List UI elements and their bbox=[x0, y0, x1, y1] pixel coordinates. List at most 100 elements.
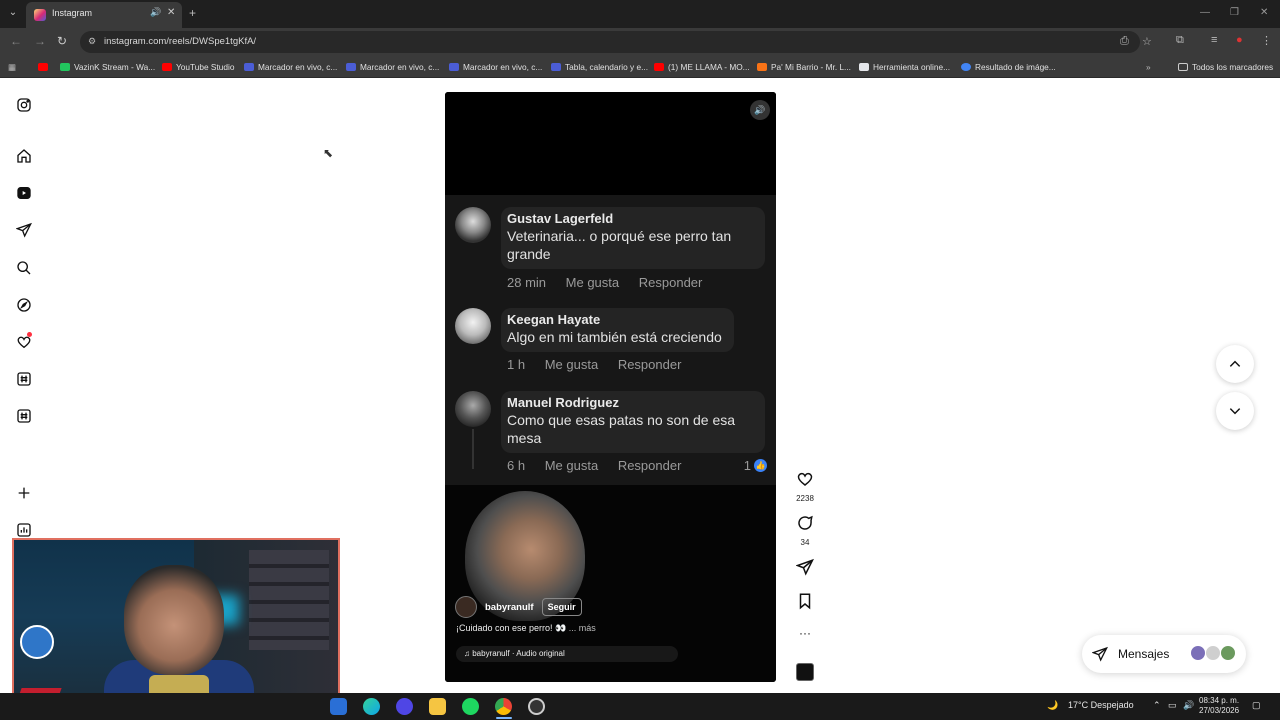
bookmark-item[interactable]: Pa' Mi Barrio - Mr. L... bbox=[757, 60, 851, 74]
audio-thumbnail[interactable] bbox=[796, 663, 814, 681]
previous-reel-button[interactable] bbox=[1216, 345, 1254, 383]
bookmark-item[interactable]: Marcador en vivo, c... bbox=[449, 60, 542, 74]
site-info-icon[interactable]: ⚙ bbox=[88, 36, 96, 47]
weather-label[interactable]: 17°C Despejado bbox=[1068, 700, 1134, 710]
install-app-icon[interactable]: ⎙ bbox=[1120, 35, 1129, 48]
comment-meta: 28 min Me gusta Responder bbox=[507, 275, 718, 290]
bookmark-label: Marcador en vivo, c... bbox=[258, 62, 338, 72]
bookmark-label: Marcador en vivo, c... bbox=[463, 62, 543, 72]
comment-count: 34 bbox=[800, 538, 810, 547]
bookmark-item[interactable]: (1) ME LLAMA - MO... bbox=[654, 60, 750, 74]
bookmark-label: VazinK Stream - Wa... bbox=[74, 62, 156, 72]
new-tab-icon[interactable]: + bbox=[189, 6, 196, 20]
plus-icon[interactable] bbox=[16, 485, 32, 501]
next-reel-button[interactable] bbox=[1216, 392, 1254, 430]
bookmark-item[interactable]: Marcador en vivo, c... bbox=[346, 60, 439, 74]
profile-icon[interactable]: ● bbox=[1236, 34, 1243, 46]
explore-icon[interactable] bbox=[16, 297, 32, 313]
send-icon[interactable] bbox=[16, 222, 32, 238]
messages-label: Mensajes bbox=[1118, 647, 1170, 661]
obs-icon[interactable] bbox=[396, 698, 413, 715]
chevron-up-icon[interactable]: ⌃ bbox=[1153, 700, 1161, 711]
bookmark-item[interactable]: YouTube Studio bbox=[162, 60, 234, 74]
bookmark-item[interactable]: Marcador en vivo, c... bbox=[244, 60, 337, 74]
forward-icon[interactable]: → bbox=[34, 34, 46, 48]
all-bookmarks-folder[interactable]: Todos los marcadores bbox=[1178, 60, 1273, 74]
extensions-icon[interactable]: ⧉ bbox=[1176, 34, 1184, 47]
reels-icon[interactable] bbox=[16, 185, 32, 201]
comment-like-label: Me gusta bbox=[544, 357, 599, 372]
comment-text: Algo en mi también está creciendo bbox=[507, 329, 722, 345]
speaker-icon[interactable]: 🔊 bbox=[150, 7, 161, 18]
bookmark-item[interactable]: Herramienta online... bbox=[859, 60, 950, 74]
bookmark-item[interactable]: VazinK Stream - Wa... bbox=[60, 60, 155, 74]
volume-icon[interactable]: 🔊 bbox=[750, 100, 770, 120]
bookmark-label: Resultado de imáge... bbox=[975, 62, 1056, 72]
comment-meta: 6 h Me gusta Responder bbox=[507, 458, 697, 473]
taskbar-app-icon[interactable] bbox=[330, 698, 347, 715]
bookmark-label: YouTube Studio bbox=[176, 62, 235, 72]
save-button[interactable] bbox=[790, 592, 820, 615]
hashtag-icon[interactable] bbox=[16, 408, 32, 424]
menu-icon[interactable]: ⋮ bbox=[1261, 34, 1272, 47]
more-options-icon[interactable]: ··· bbox=[790, 626, 820, 640]
restore-icon[interactable]: ❐ bbox=[1230, 7, 1239, 18]
audio-link[interactable]: ♫ babyranulf · Audio original bbox=[456, 646, 678, 662]
messages-button[interactable]: Mensajes bbox=[1082, 635, 1246, 673]
home-icon[interactable] bbox=[16, 148, 32, 164]
tab-search-icon[interactable]: ⌄ bbox=[5, 5, 21, 21]
avatar[interactable] bbox=[455, 596, 477, 618]
minimize-icon[interactable]: — bbox=[1200, 7, 1210, 18]
apps-grid-icon[interactable]: ▦ bbox=[8, 60, 16, 74]
comments-screenshot: Gustav Lagerfeld Veterinaria... o porqué… bbox=[445, 195, 776, 485]
media-controls-icon[interactable]: ≡ bbox=[1211, 34, 1217, 46]
back-icon[interactable]: ← bbox=[10, 34, 22, 48]
like-count: 2238 bbox=[796, 494, 814, 503]
edge-icon[interactable] bbox=[363, 698, 380, 715]
browser-tab[interactable]: Instagram 🔊 ✕ bbox=[26, 2, 182, 28]
spotify-icon[interactable] bbox=[462, 698, 479, 715]
reload-icon[interactable]: ↻ bbox=[57, 34, 67, 48]
comment-button[interactable]: 34 bbox=[790, 514, 820, 547]
chrome-icon[interactable] bbox=[495, 698, 512, 715]
hashtag-icon[interactable] bbox=[16, 371, 32, 387]
network-icon[interactable]: ▭ bbox=[1168, 700, 1177, 711]
comment-bubble: Manuel Rodriguez Como que esas patas no … bbox=[501, 391, 765, 453]
notification-icon[interactable]: ▢ bbox=[1252, 700, 1261, 711]
stats-icon[interactable] bbox=[16, 522, 32, 538]
mouse-cursor-icon: ⬉ bbox=[323, 146, 334, 160]
avatar bbox=[455, 391, 491, 427]
avatar bbox=[1190, 645, 1206, 661]
bookmark-item[interactable]: Tabla, calendario y e... bbox=[551, 60, 648, 74]
webcam-overlay bbox=[12, 538, 340, 713]
comment-reply-label: Responder bbox=[617, 458, 682, 473]
more-link[interactable]: ... más bbox=[569, 623, 596, 633]
steam-icon[interactable] bbox=[528, 698, 545, 715]
comment-text: Como que esas patas no son de esa mesa bbox=[507, 412, 736, 446]
heart-icon[interactable] bbox=[16, 332, 32, 350]
clock[interactable]: 08:34 p. m. 27/03/2026 bbox=[1199, 696, 1239, 716]
reel-video[interactable]: 🔊 Gustav Lagerfeld Veterinaria... o porq… bbox=[445, 92, 776, 682]
stream-badge-icon bbox=[20, 625, 54, 659]
bookmark-item[interactable]: Resultado de imáge... bbox=[961, 60, 1056, 74]
bookmark-youtube-icon[interactable] bbox=[38, 60, 48, 74]
url-text: instagram.com/reels/DWSpe1tgKfA/ bbox=[104, 36, 257, 47]
chevron-down-icon bbox=[1229, 408, 1241, 415]
like-button[interactable]: 2238 bbox=[790, 470, 820, 503]
comment-like-label: Me gusta bbox=[544, 458, 599, 473]
search-icon[interactable] bbox=[16, 260, 32, 276]
author-name[interactable]: babyranulf bbox=[485, 602, 534, 613]
close-tab-icon[interactable]: ✕ bbox=[167, 7, 175, 18]
moon-icon: 🌙 bbox=[1047, 700, 1059, 710]
file-explorer-icon[interactable] bbox=[429, 698, 446, 715]
close-window-icon[interactable]: ✕ bbox=[1260, 7, 1268, 18]
send-icon bbox=[795, 558, 814, 576]
comment-time: 1 h bbox=[507, 357, 526, 372]
star-icon[interactable]: ☆ bbox=[1142, 35, 1152, 48]
url-input[interactable]: ⚙ instagram.com/reels/DWSpe1tgKfA/ ⎙ ☆ bbox=[80, 31, 1152, 53]
instagram-logo-icon[interactable] bbox=[16, 97, 32, 113]
share-button[interactable] bbox=[790, 558, 820, 581]
speaker-icon[interactable]: 🔊 bbox=[1183, 700, 1194, 711]
follow-button[interactable]: Seguir bbox=[541, 598, 582, 616]
more-bookmarks-icon[interactable]: » bbox=[1146, 60, 1151, 74]
